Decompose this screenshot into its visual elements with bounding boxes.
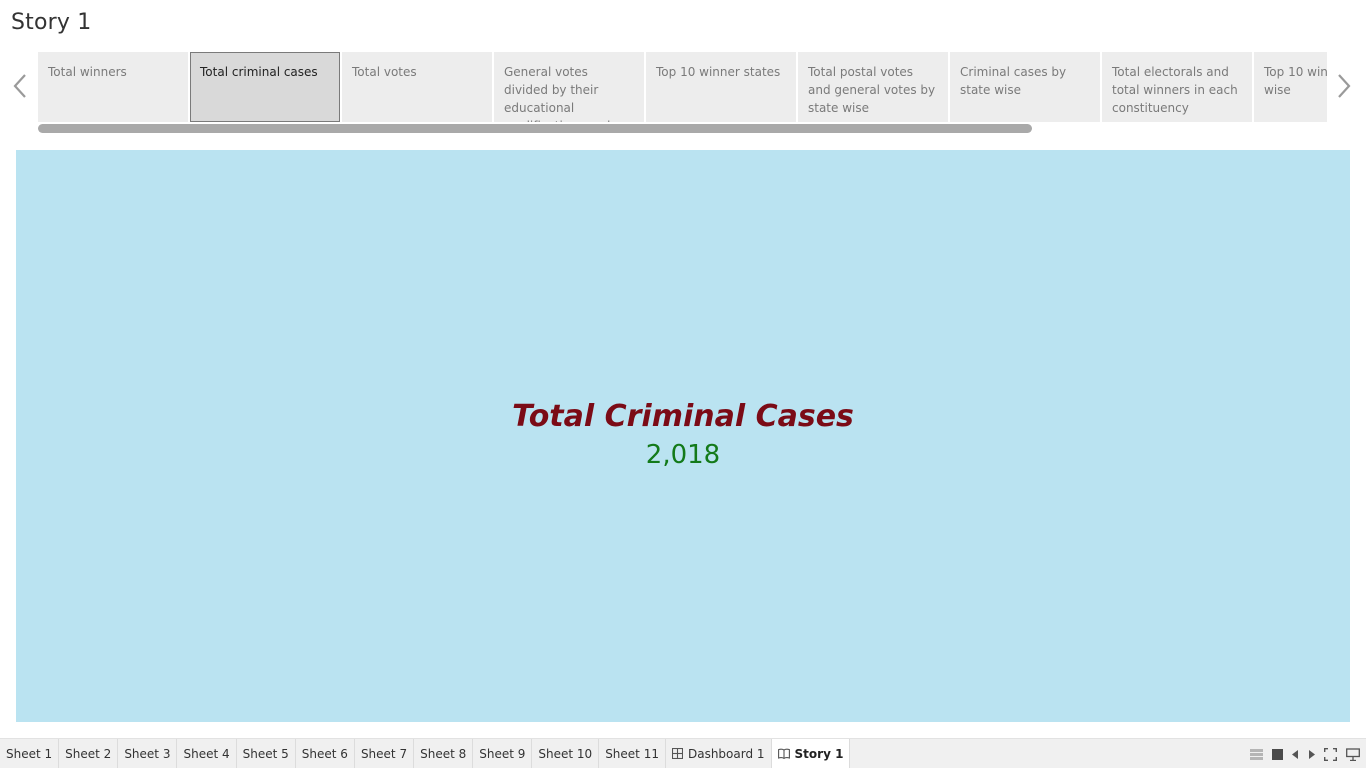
next-story-point-button[interactable] xyxy=(1333,70,1355,102)
story-point-2[interactable]: Total criminal cases xyxy=(190,52,340,122)
tab-story-1[interactable]: Story 1 xyxy=(771,739,851,768)
sheet-tabs: Sheet 1 Sheet 2 Sheet 3 Sheet 4 Sheet 5 Sheet… xyxy=(0,739,851,768)
tab-label: Sheet 11 xyxy=(605,746,659,761)
tab-sheet-4[interactable]: Sheet 4 xyxy=(177,739,237,768)
show-sheet-icon[interactable] xyxy=(1272,748,1283,760)
tab-dashboard-1[interactable]: Dashboard 1 xyxy=(666,739,772,768)
sheet-tab-bar: Sheet 1 Sheet 2 Sheet 3 Sheet 4 Sheet 5 Sheet… xyxy=(0,738,1366,768)
previous-sheet-icon[interactable] xyxy=(1292,749,1299,759)
story-canvas: Total Criminal Cases 2,018 xyxy=(16,150,1350,722)
tab-label: Sheet 9 xyxy=(479,746,526,761)
fullscreen-icon[interactable] xyxy=(1324,747,1337,761)
tab-label: Sheet 8 xyxy=(420,746,467,761)
tab-label: Sheet 7 xyxy=(360,746,408,761)
story-points-scrollbar[interactable] xyxy=(38,124,1327,133)
tab-label: Dashboard 1 xyxy=(687,746,765,761)
tab-label: Sheet 2 xyxy=(65,746,112,761)
story-point-9[interactable]: Top 10 winner party wise xyxy=(1254,52,1327,122)
kpi-label: Total Criminal Cases xyxy=(512,399,854,434)
tab-sheet-6[interactable]: Sheet 6 xyxy=(296,739,355,768)
story-title: Story 1 xyxy=(11,10,92,35)
tab-sheet-8[interactable]: Sheet 8 xyxy=(414,739,474,768)
tab-label: Story 1 xyxy=(794,746,844,761)
story-points-navigator: Total winners Total criminal cases Total v… xyxy=(38,52,1327,123)
show-tabs-icon[interactable] xyxy=(1250,748,1263,760)
tab-sheet-10[interactable]: Sheet 10 xyxy=(532,739,600,768)
story-point-1[interactable]: Total winners xyxy=(38,52,188,122)
previous-story-point-button[interactable] xyxy=(9,70,31,102)
tab-sheet-5[interactable]: Sheet 5 xyxy=(237,739,296,768)
status-bar-controls xyxy=(1241,746,1360,762)
story-point-7[interactable]: Criminal cases by state wise xyxy=(950,52,1100,122)
tab-sheet-3[interactable]: Sheet 3 xyxy=(118,739,178,768)
dashboard-icon xyxy=(671,748,683,759)
tab-label: Sheet 6 xyxy=(301,746,348,761)
tab-label: Sheet 4 xyxy=(183,746,230,761)
tab-sheet-1[interactable]: Sheet 1 xyxy=(0,739,60,768)
story-point-5[interactable]: Top 10 winner states xyxy=(646,52,796,122)
story-point-8[interactable]: Total electorals and total winners in ea… xyxy=(1102,52,1252,122)
story-icon xyxy=(777,748,790,759)
tab-sheet-9[interactable]: Sheet 9 xyxy=(473,739,533,768)
story-point-6[interactable]: Total postal votes and general votes by … xyxy=(798,52,948,122)
story-point-4[interactable]: General votes divided by their education… xyxy=(494,52,644,122)
next-sheet-icon[interactable] xyxy=(1308,749,1315,759)
chevron-right-icon xyxy=(1338,74,1351,98)
tableau-story-window: Story 1 Total winners Total criminal case… xyxy=(0,0,1366,768)
chevron-left-icon xyxy=(13,74,26,98)
kpi-value: 2,018 xyxy=(645,440,721,470)
tab-sheet-11[interactable]: Sheet 11 xyxy=(599,739,666,768)
presentation-mode-icon[interactable] xyxy=(1346,747,1360,761)
tab-sheet-7[interactable]: Sheet 7 xyxy=(355,739,415,768)
tab-label: Sheet 1 xyxy=(6,746,53,761)
scrollbar-thumb[interactable] xyxy=(38,124,1032,133)
story-point-3[interactable]: Total votes xyxy=(342,52,492,122)
tab-sheet-2[interactable]: Sheet 2 xyxy=(59,739,119,768)
tab-label: Sheet 5 xyxy=(242,746,289,761)
tab-label: Sheet 3 xyxy=(124,746,171,761)
tab-label: Sheet 10 xyxy=(538,746,593,761)
